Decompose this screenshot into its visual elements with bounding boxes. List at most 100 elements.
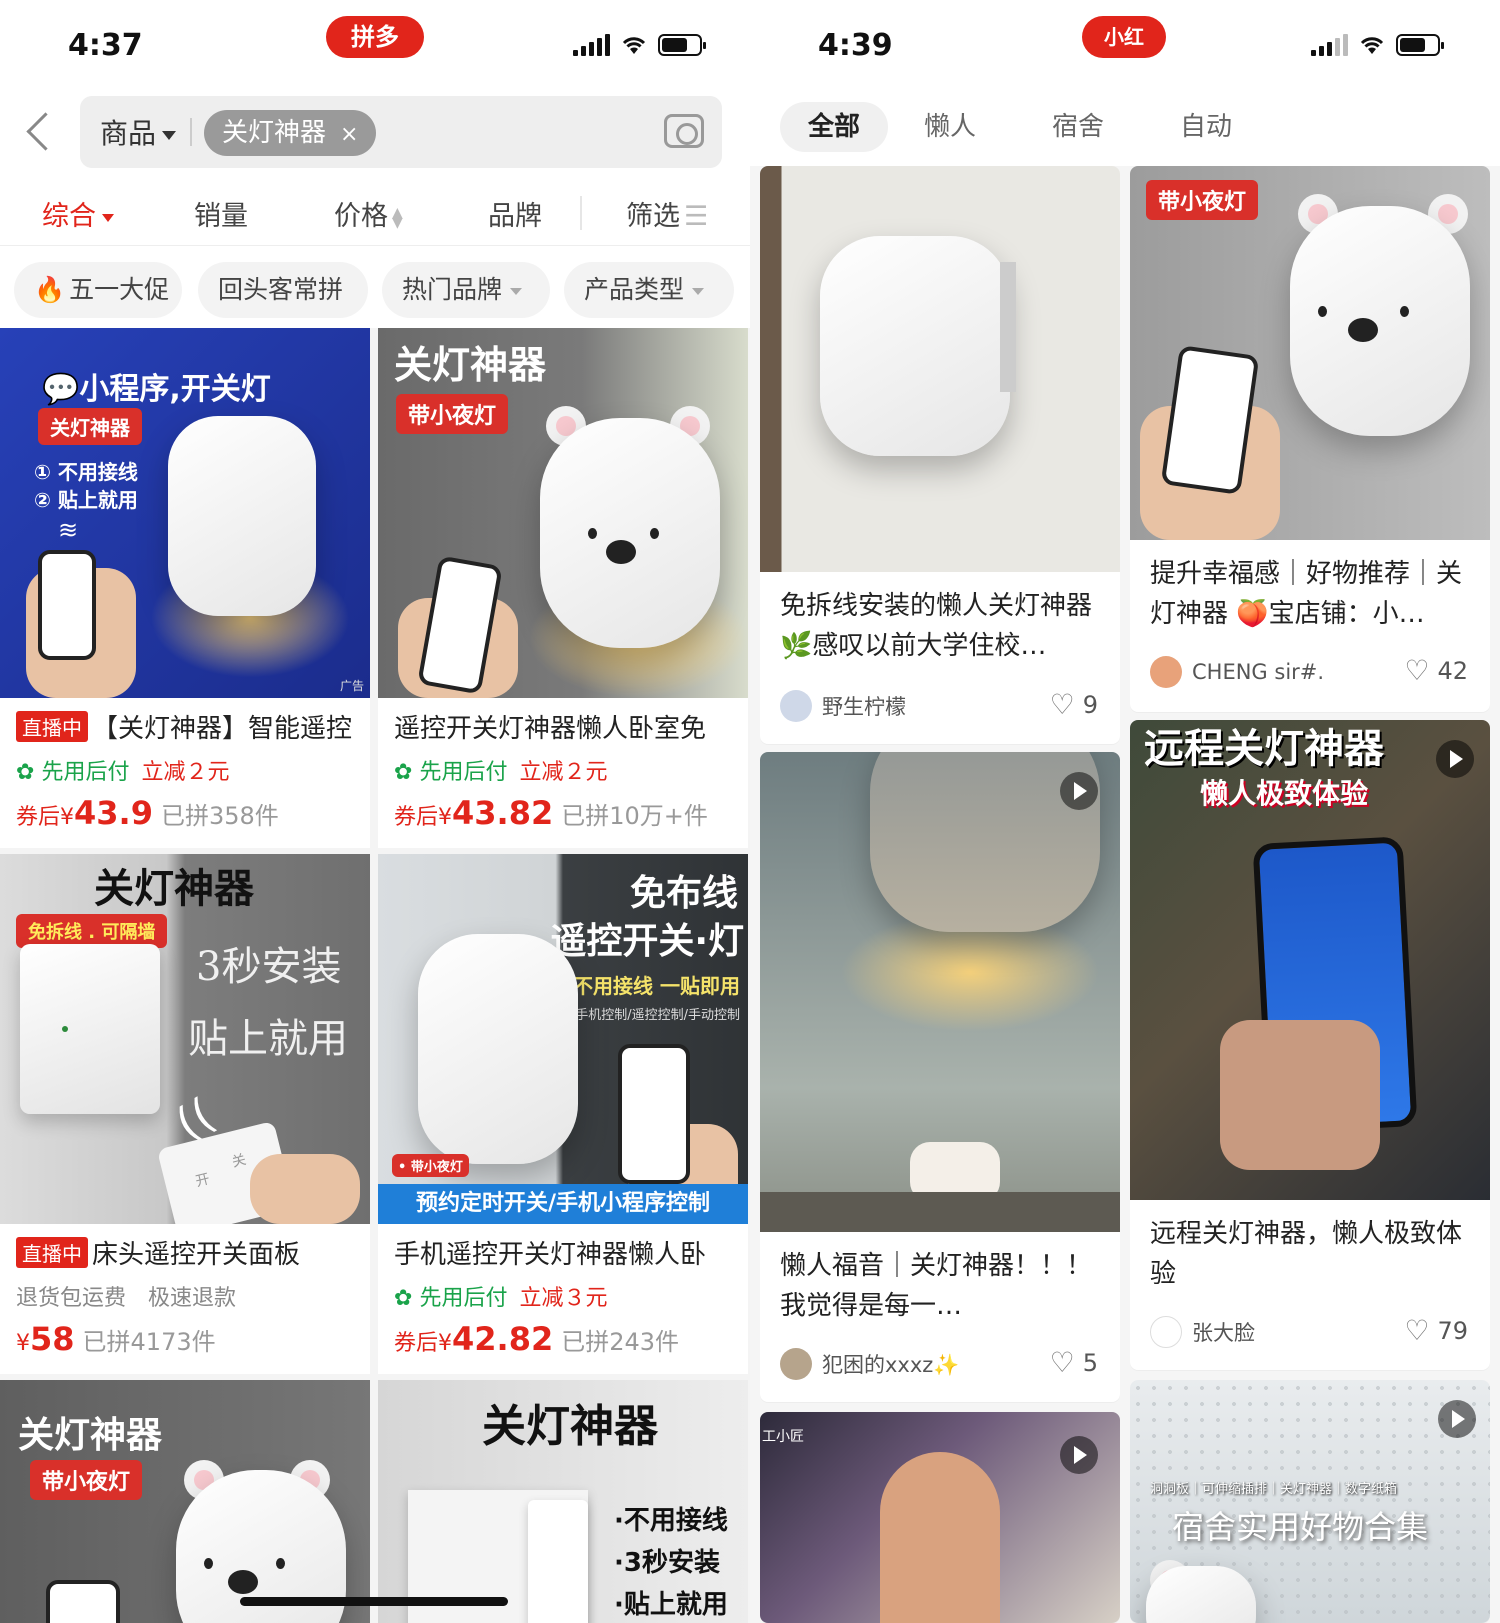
product-title: 手机遥控开关灯神器懒人卧 xyxy=(394,1240,707,1270)
status-time: 4:39 xyxy=(818,28,893,63)
product-price: ¥58 已拼4173件 xyxy=(16,1320,216,1358)
sort-label: 价格 xyxy=(334,201,388,232)
like-button[interactable]: ♡ 9 xyxy=(1050,688,1098,721)
note-title: 免拆线安装的懒人关灯神器 🌿感叹以前大学住校… xyxy=(780,591,1093,661)
check-icon: ✿ xyxy=(394,1286,420,1311)
avatar xyxy=(780,690,812,722)
video-play-icon[interactable] xyxy=(1060,772,1098,810)
image-line: 遥控开关·灯 xyxy=(550,921,744,962)
filter-button[interactable]: 筛选 ☰ xyxy=(626,194,708,233)
note-author[interactable]: CHENG sir#. xyxy=(1150,656,1324,688)
image-line: ① 不用接线 xyxy=(34,460,138,484)
back-button[interactable] xyxy=(24,112,54,152)
filter-chip-label: 产品类型 xyxy=(584,275,685,304)
sort-updown-icon: ▲ ▼ xyxy=(392,204,403,231)
product-title: 遥控开关灯神器懒人卧室免 xyxy=(394,714,707,744)
filter-chip-promo[interactable]: 🔥 五一大促 xyxy=(14,262,182,318)
image-headline: 关灯神器 xyxy=(394,343,547,387)
note-card[interactable]: 工小匠 xyxy=(760,1412,1120,1623)
note-author[interactable]: 犯困的xxxz✨ xyxy=(780,1348,959,1380)
product-image: 关灯神器 免拆线 . 可隔墙 3秒安装 贴上就用 (( 开关 xyxy=(0,854,370,1224)
note-card[interactable]: 带小夜灯 提升幸福感｜好物推荐｜关灯神器 🍑宝店铺：小… CHENG sir#.… xyxy=(1130,166,1490,712)
remote-label: 关 xyxy=(230,1151,248,1171)
battery-icon xyxy=(1396,34,1444,56)
tab-lazy[interactable]: 懒人 xyxy=(900,102,1000,152)
image-line: ·3秒安装 xyxy=(614,1548,720,1578)
heart-icon: ♡ xyxy=(1404,654,1430,687)
app-logo: 小红书 xyxy=(1082,16,1166,91)
wifi-icon xyxy=(1360,37,1384,54)
image-line: 手机控制/遥控控制/手动控制 xyxy=(575,1008,740,1023)
status-icons xyxy=(573,34,706,56)
status-bar: 4:39 小红书 xyxy=(750,0,1500,91)
note-title: 懒人福音｜关灯神器！！！ 我觉得是每一… xyxy=(780,1251,1093,1321)
filter-chip-label: 五一大促 xyxy=(69,275,170,304)
product-card[interactable]: 关灯神器 ·不用接线 ·3秒安装 ·贴上就用 xyxy=(378,1380,748,1623)
note-author[interactable]: 野生柠檬 xyxy=(780,690,906,722)
shelf-image xyxy=(760,1192,1120,1232)
note-image: 带小夜灯 xyxy=(1130,166,1490,540)
video-play-icon[interactable] xyxy=(1438,1400,1476,1438)
sort-comprehensive[interactable]: 综合 xyxy=(42,194,114,233)
tab-auto[interactable]: 自动 xyxy=(1156,102,1256,152)
filter-chip-label: 热门品牌 xyxy=(402,275,503,304)
image-headline: 宿舍实用好物合集 xyxy=(1172,1508,1429,1546)
product-card[interactable]: 关灯神器 免拆线 . 可隔墙 3秒安装 贴上就用 (( 开关 直播中 床头遥控开关… xyxy=(0,854,370,1374)
bear-nose xyxy=(228,1570,258,1594)
search-keyword-chip[interactable]: 关灯神器 × xyxy=(204,110,377,156)
filter-chip-brand[interactable]: 热门品牌 xyxy=(382,262,550,318)
camera-search-icon[interactable] xyxy=(664,114,704,148)
bear-eye xyxy=(1400,306,1409,317)
device-mount xyxy=(1000,262,1016,392)
live-badge: 直播中 xyxy=(16,1237,88,1268)
pinduoduo-screen: 4:37 拼多多 商品 关灯神器 × 综合 销量 价格 ▲ ▼ 品牌 筛选 ☰ 🔥 五一大… xyxy=(0,0,750,1623)
menu-lines-icon: ☰ xyxy=(684,201,709,232)
like-button[interactable]: ♡ 79 xyxy=(1404,1314,1468,1347)
product-image: 关灯神器 带小夜灯 xyxy=(378,328,748,698)
filter-chip-type[interactable]: 产品类型 xyxy=(564,262,734,318)
status-bar: 4:37 拼多多 xyxy=(0,0,750,93)
search-scope-dropdown[interactable]: 商品 xyxy=(100,112,177,152)
product-price: 券后¥42.82 已拼243件 xyxy=(394,1320,680,1358)
search-bar[interactable]: 商品 关灯神器 × xyxy=(80,96,722,168)
note-author[interactable]: 张大脸 xyxy=(1150,1316,1255,1348)
video-play-icon[interactable] xyxy=(1436,740,1474,778)
filter-chip-repeat[interactable]: 回头客常拼 xyxy=(198,262,368,318)
sort-price[interactable]: 价格 ▲ ▼ xyxy=(334,194,403,233)
product-card[interactable]: 关灯神器 带小夜灯 xyxy=(0,1380,370,1623)
ad-label: 广告 xyxy=(339,679,364,693)
image-headline: 关灯神器 xyxy=(94,866,254,912)
phone-image xyxy=(46,1580,120,1623)
tab-all[interactable]: 全部 xyxy=(780,102,888,152)
clear-keyword-icon[interactable]: × xyxy=(340,122,358,147)
product-price: 券后¥43.82 已拼10万+件 xyxy=(394,794,708,832)
like-button[interactable]: ♡ 42 xyxy=(1404,654,1468,687)
product-price: 券后¥43.9 已拼358件 xyxy=(16,794,279,832)
note-card[interactable]: 免拆线安装的懒人关灯神器 🌿感叹以前大学住校… 野生柠檬 ♡ 9 xyxy=(760,166,1120,744)
note-card[interactable]: 懒人福音｜关灯神器！！！ 我觉得是每一… 犯困的xxxz✨ ♡ 5 xyxy=(760,752,1120,1402)
video-play-icon[interactable] xyxy=(1060,1436,1098,1474)
product-image: 💬小程序,开关灯 关灯神器 ① 不用接线 ② 贴上就用 ≋ 广告 xyxy=(0,328,370,698)
note-card[interactable]: 远程关灯神器 懒人极致体验 远程关灯神器，懒人极致体验 张大脸 ♡ 79 xyxy=(1130,720,1490,1370)
device-image xyxy=(528,1500,588,1623)
bear-eye xyxy=(276,1558,285,1569)
avatar xyxy=(780,1348,812,1380)
device-image xyxy=(418,934,578,1164)
sort-brand[interactable]: 品牌 xyxy=(488,194,542,233)
tab-dorm[interactable]: 宿舍 xyxy=(1028,102,1128,152)
note-image xyxy=(760,166,1120,572)
note-card[interactable]: 洞洞板｜可伸缩插排｜关灯神器｜数字纸箱 宿舍实用好物合集 xyxy=(1130,1380,1490,1623)
product-card[interactable]: 免布线 遥控开关·灯 不用接线 一贴即用 手机控制/遥控控制/手动控制 • 带小… xyxy=(378,854,748,1374)
like-button[interactable]: ♡ 5 xyxy=(1050,1346,1098,1379)
image-line: 3秒安装 xyxy=(196,944,342,990)
product-card[interactable]: 💬小程序,开关灯 关灯神器 ① 不用接线 ② 贴上就用 ≋ 广告 直播中 【关灯神… xyxy=(0,328,370,848)
check-icon: ✿ xyxy=(394,760,420,785)
sort-sales[interactable]: 销量 xyxy=(194,194,248,233)
product-card[interactable]: 关灯神器 带小夜灯 遥控开关灯神器懒人卧室免 ✿ 先用后付 立减２元 券后¥43.… xyxy=(378,328,748,848)
bear-device-image xyxy=(540,418,720,648)
phone-image xyxy=(618,1044,690,1184)
caret-down-icon xyxy=(162,130,177,140)
heart-icon: ♡ xyxy=(1049,688,1075,721)
home-indicator[interactable] xyxy=(240,1597,508,1606)
bear-eye xyxy=(588,528,597,539)
